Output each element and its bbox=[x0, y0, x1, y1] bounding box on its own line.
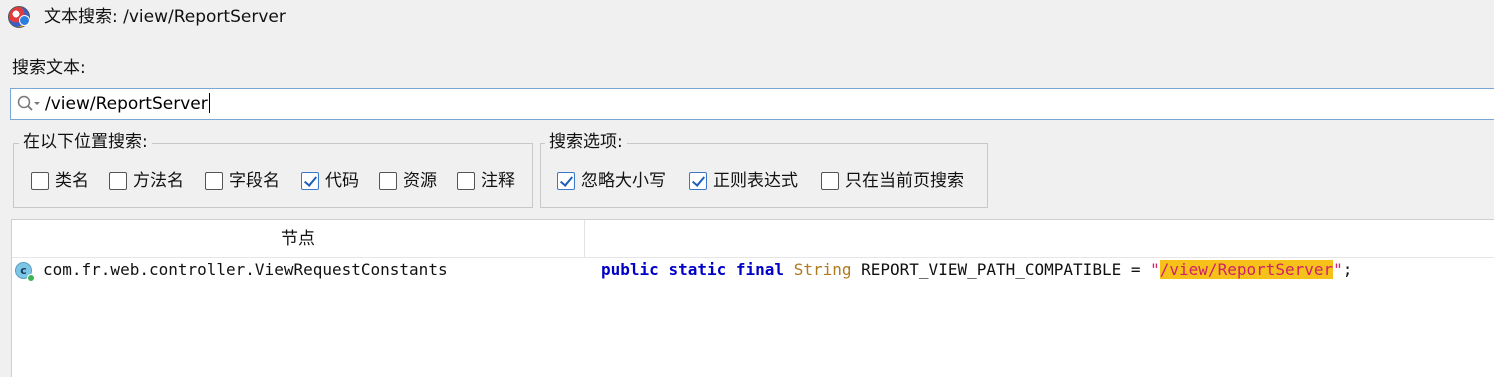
checkbox-resource-box[interactable] bbox=[379, 172, 397, 190]
result-code-line[interactable]: public static final String REPORT_VIEW_P… bbox=[601, 260, 1352, 280]
title-bar: 文本搜索: /view/ReportServer bbox=[0, 0, 1494, 36]
search-location-legend: 在以下位置搜索: bbox=[19, 131, 152, 153]
code-semicolon: ; bbox=[1342, 260, 1353, 279]
checkbox-regex-label: 正则表达式 bbox=[713, 171, 798, 191]
search-input-value: /view/ReportServer bbox=[45, 94, 208, 114]
search-icon[interactable] bbox=[16, 94, 42, 114]
code-quote-close: " bbox=[1333, 260, 1343, 279]
checkbox-field-name-box[interactable] bbox=[205, 172, 223, 190]
results-table[interactable]: 节点 c com.fr.web.controller.ViewRequestCo… bbox=[11, 219, 1494, 377]
code-field-name: REPORT_VIEW_PATH_COMPATIBLE bbox=[861, 260, 1122, 279]
checkbox-regex-box[interactable] bbox=[689, 172, 707, 190]
column-header-node[interactable]: 节点 bbox=[12, 227, 584, 251]
checkbox-method-name-label: 方法名 bbox=[133, 171, 184, 191]
checkbox-ignore-case[interactable]: 忽略大小写 bbox=[557, 168, 666, 194]
results-header: 节点 bbox=[12, 220, 1494, 258]
checkbox-code[interactable]: 代码 bbox=[301, 168, 359, 194]
checkbox-resource-label: 资源 bbox=[403, 171, 437, 191]
checkbox-resource[interactable]: 资源 bbox=[379, 168, 437, 194]
checkbox-class-name-box[interactable] bbox=[31, 172, 49, 190]
checkbox-method-name-box[interactable] bbox=[109, 172, 127, 190]
checkbox-method-name[interactable]: 方法名 bbox=[109, 168, 184, 194]
checkbox-class-name-label: 类名 bbox=[55, 171, 89, 191]
checkbox-current-page[interactable]: 只在当前页搜索 bbox=[821, 168, 964, 194]
public-access-badge-icon bbox=[27, 274, 35, 282]
checkbox-code-box[interactable] bbox=[301, 172, 319, 190]
code-keyword-public: public bbox=[601, 260, 659, 279]
column-divider[interactable] bbox=[584, 220, 585, 257]
app-logo-badge-icon bbox=[19, 15, 30, 26]
checkbox-comment[interactable]: 注释 bbox=[457, 168, 515, 194]
checkbox-comment-box[interactable] bbox=[457, 172, 475, 190]
checkbox-class-name[interactable]: 类名 bbox=[31, 168, 89, 194]
checkbox-code-label: 代码 bbox=[325, 171, 359, 191]
code-quote-open: " bbox=[1150, 260, 1160, 279]
checkbox-field-name[interactable]: 字段名 bbox=[205, 168, 280, 194]
search-input[interactable]: /view/ReportServer bbox=[10, 88, 1494, 120]
checkbox-current-page-label: 只在当前页搜索 bbox=[845, 171, 964, 191]
code-keyword-final: final bbox=[735, 260, 785, 279]
code-match-highlight: /view/ReportServer bbox=[1159, 260, 1334, 279]
window-title: 文本搜索: /view/ReportServer bbox=[44, 7, 286, 27]
search-text-label: 搜索文本: bbox=[12, 58, 86, 78]
checkbox-ignore-case-box[interactable] bbox=[557, 172, 575, 190]
search-options-legend: 搜索选项: bbox=[545, 131, 627, 153]
checkbox-current-page-box[interactable] bbox=[821, 172, 839, 190]
text-caret bbox=[208, 93, 210, 113]
checkbox-field-name-label: 字段名 bbox=[229, 171, 280, 191]
table-row[interactable]: c com.fr.web.controller.ViewRequestConst… bbox=[12, 258, 1494, 282]
code-keyword-static: static bbox=[668, 260, 727, 279]
checkbox-comment-label: 注释 bbox=[481, 171, 515, 191]
checkbox-regex[interactable]: 正则表达式 bbox=[689, 168, 798, 194]
checkbox-ignore-case-label: 忽略大小写 bbox=[581, 171, 666, 191]
result-node-name[interactable]: com.fr.web.controller.ViewRequestConstan… bbox=[43, 260, 448, 280]
code-equals: = bbox=[1121, 260, 1151, 279]
search-input-value-wrap[interactable]: /view/ReportServer bbox=[45, 93, 210, 115]
code-type: String bbox=[793, 260, 852, 279]
